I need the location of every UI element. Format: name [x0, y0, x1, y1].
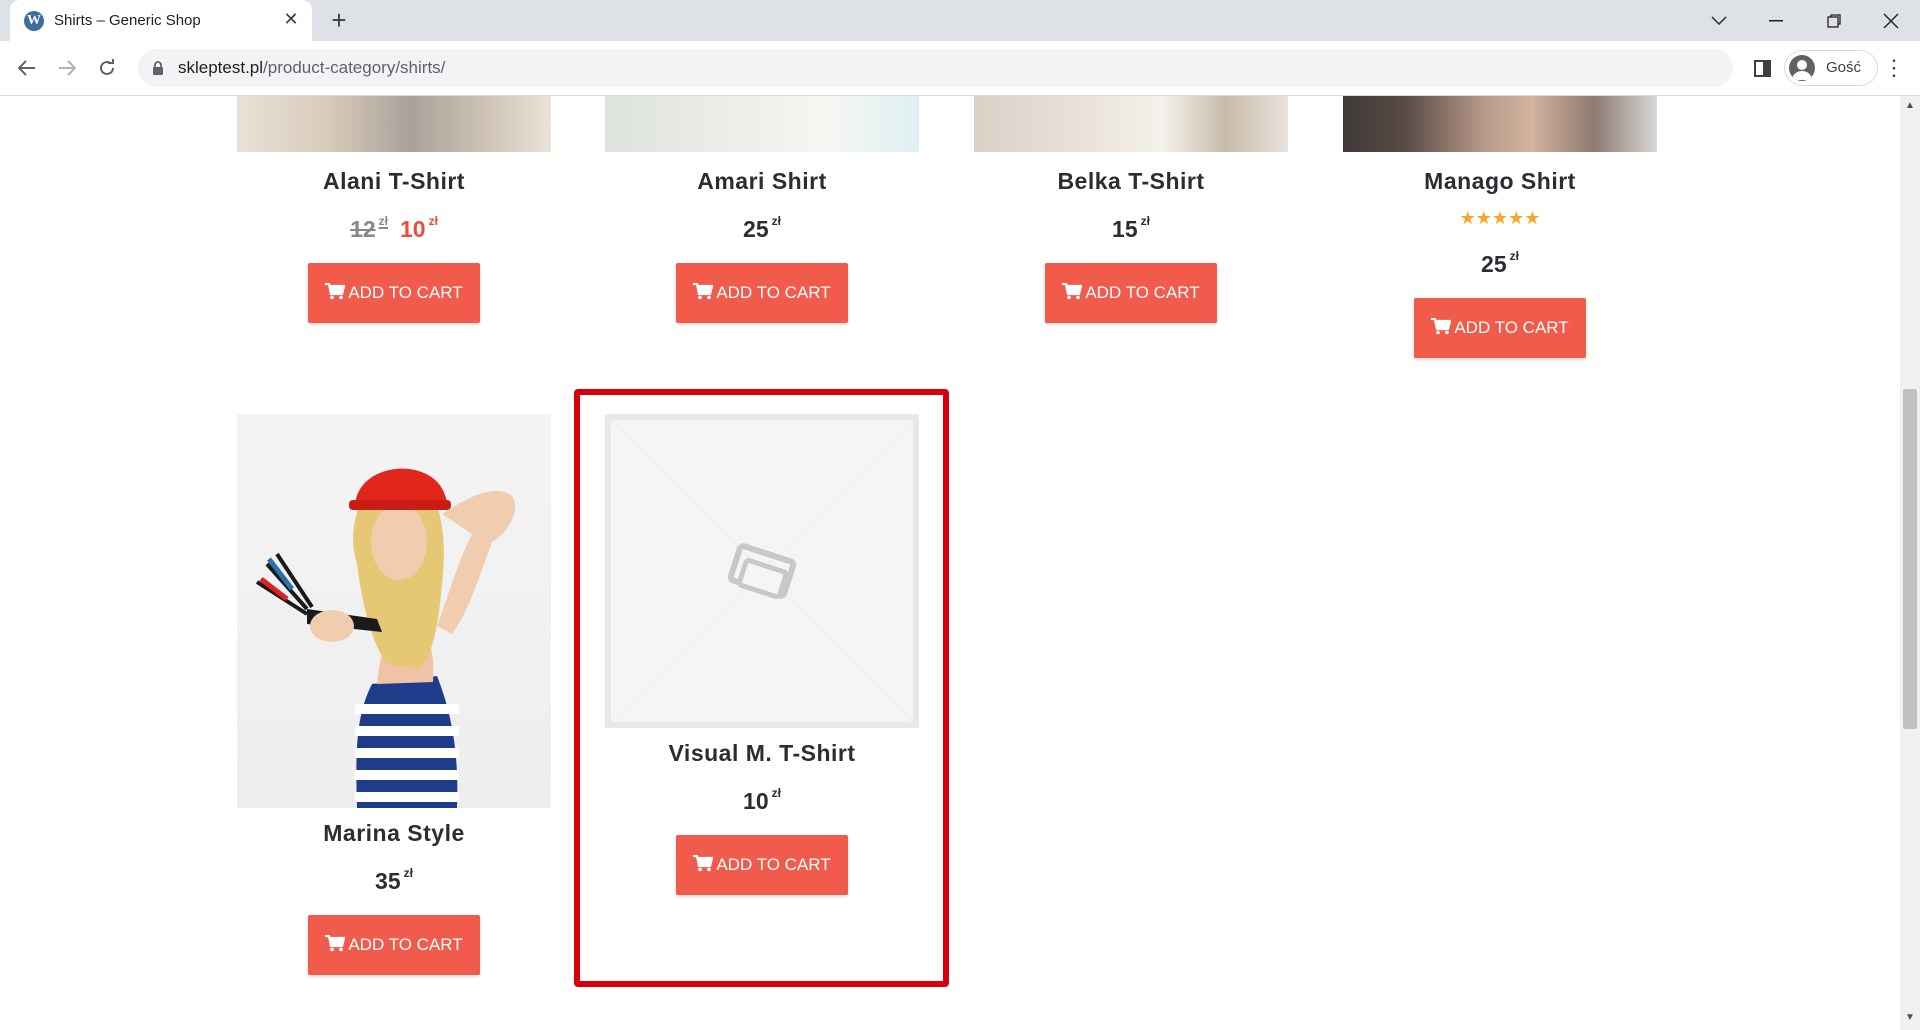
price-value: 25 [743, 216, 769, 242]
currency: zł [1140, 214, 1150, 228]
product-title[interactable]: Marina Style [237, 820, 551, 847]
button-label: ADD TO CART [348, 935, 463, 954]
button-label: ADD TO CART [1085, 283, 1200, 302]
forward-arrow-icon [59, 60, 76, 76]
add-to-cart-button[interactable]: ADD TO CART [676, 263, 848, 323]
url-path: /product-category/shirts/ [263, 58, 446, 77]
product-image[interactable] [1343, 96, 1657, 152]
close-window-button[interactable] [1862, 0, 1920, 41]
price-value: 35 [375, 868, 401, 894]
product-price: 35 zł [237, 866, 551, 895]
product-price: 25 zł [605, 214, 919, 243]
product-card: Belka T-Shirt 15 zł ADD TO CART [974, 96, 1288, 326]
product-title[interactable]: Manago Shirt [1343, 168, 1657, 195]
add-to-cart-button[interactable]: ADD TO CART [1414, 298, 1586, 358]
cart-icon [325, 283, 346, 300]
address-bar[interactable]: skleptest.pl/product-category/shirts/ [138, 49, 1733, 87]
product-title[interactable]: Alani T-Shirt [237, 168, 551, 195]
browser-menu-icon[interactable]: ⋮ [1882, 55, 1906, 81]
currency: zł [403, 866, 413, 880]
sale-price: 10 zł [400, 214, 438, 242]
add-to-cart-button[interactable]: ADD TO CART [308, 915, 480, 975]
product-price: 25 zł [1343, 249, 1657, 278]
product-card: Marina Style 35 zł ADD TO CART [237, 414, 551, 984]
scroll-down-arrow-icon[interactable]: ▼ [1900, 1012, 1920, 1026]
product-image[interactable] [237, 414, 551, 808]
product-image[interactable] [974, 96, 1288, 152]
sale-price-value: 10 [400, 216, 426, 242]
product-price: 12 zł 10 zł [237, 214, 551, 243]
profile-button[interactable]: Gość [1784, 50, 1878, 86]
cart-icon [325, 935, 346, 952]
button-label: ADD TO CART [348, 283, 463, 302]
add-to-cart-button[interactable]: ADD TO CART [1045, 263, 1217, 323]
product-price: 15 zł [974, 214, 1288, 243]
old-price: 12 zł [350, 214, 388, 242]
new-tab-button[interactable]: + [325, 6, 353, 34]
tab-title: Shirts – Generic Shop [54, 12, 201, 29]
button-label: ADD TO CART [716, 283, 831, 302]
product-card: Alani T-Shirt 12 zł 10 zł ADD TO CART [237, 96, 551, 326]
cart-icon [693, 283, 714, 300]
old-price-value: 12 [350, 216, 376, 242]
highlight-box [574, 389, 949, 987]
scroll-thumb[interactable] [1903, 389, 1917, 729]
url-domain: skleptest.pl [178, 58, 264, 77]
button-label: ADD TO CART [1454, 318, 1569, 337]
restore-button[interactable] [1805, 0, 1863, 41]
browser-tab[interactable]: W Shirts – Generic Shop ✕ [10, 0, 312, 41]
minimize-button[interactable] [1747, 0, 1805, 41]
back-arrow-icon [18, 60, 35, 76]
product-card: Amari Shirt 25 zł ADD TO CART [605, 96, 919, 326]
add-to-cart-button[interactable]: ADD TO CART [308, 263, 480, 323]
forward-button[interactable] [53, 54, 81, 82]
scroll-up-arrow-icon[interactable]: ▲ [1900, 100, 1920, 114]
cart-icon [1431, 318, 1452, 335]
reload-icon [100, 59, 114, 75]
back-button[interactable] [13, 54, 41, 82]
price-value: 25 [1481, 251, 1507, 277]
price-value: 15 [1112, 216, 1138, 242]
profile-name: Gość [1826, 59, 1862, 76]
browser-toolbar: skleptest.pl/product-category/shirts/ Go… [0, 41, 1920, 96]
side-panel-icon [1754, 60, 1771, 77]
url-text: skleptest.pl/product-category/shirts/ [178, 58, 445, 78]
page-scrollbar[interactable]: ▲ ▼ [1900, 96, 1920, 1030]
close-tab-icon[interactable]: ✕ [280, 8, 302, 30]
currency: zł [378, 214, 388, 228]
wordpress-icon: W [24, 11, 44, 31]
lock-icon [153, 61, 163, 75]
reload-button[interactable] [93, 54, 121, 82]
product-title[interactable]: Belka T-Shirt [974, 168, 1288, 195]
product-title[interactable]: Amari Shirt [605, 168, 919, 195]
star-rating: ★★★★★ [1459, 208, 1541, 228]
currency: zł [771, 214, 781, 228]
side-panel-button[interactable] [1750, 55, 1776, 81]
currency: zł [1509, 249, 1519, 263]
tab-search-button[interactable] [1690, 0, 1748, 41]
avatar-icon [1789, 55, 1815, 81]
product-card: Manago Shirt ★★★★★ 25 zł ADD TO CART [1343, 96, 1657, 361]
product-image[interactable] [237, 96, 551, 152]
cart-icon [1062, 283, 1083, 300]
product-image[interactable] [605, 96, 919, 152]
page-content: Alani T-Shirt 12 zł 10 zł ADD TO CART Amari… [0, 96, 1900, 1030]
tab-strip: W Shirts – Generic Shop ✕ + [0, 0, 1920, 41]
currency: zł [428, 214, 438, 228]
